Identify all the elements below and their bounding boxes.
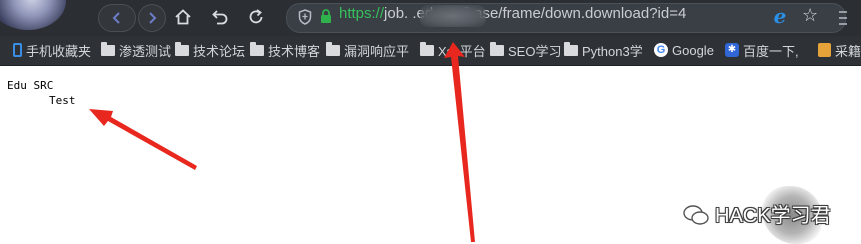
- annotation-arrow-text: [89, 109, 197, 170]
- watermark-text: HACK学习君: [715, 205, 831, 227]
- watermark: HACK学习君: [676, 186, 856, 244]
- wechat-icon: [683, 205, 709, 225]
- annotation-arrow-url: [444, 42, 475, 242]
